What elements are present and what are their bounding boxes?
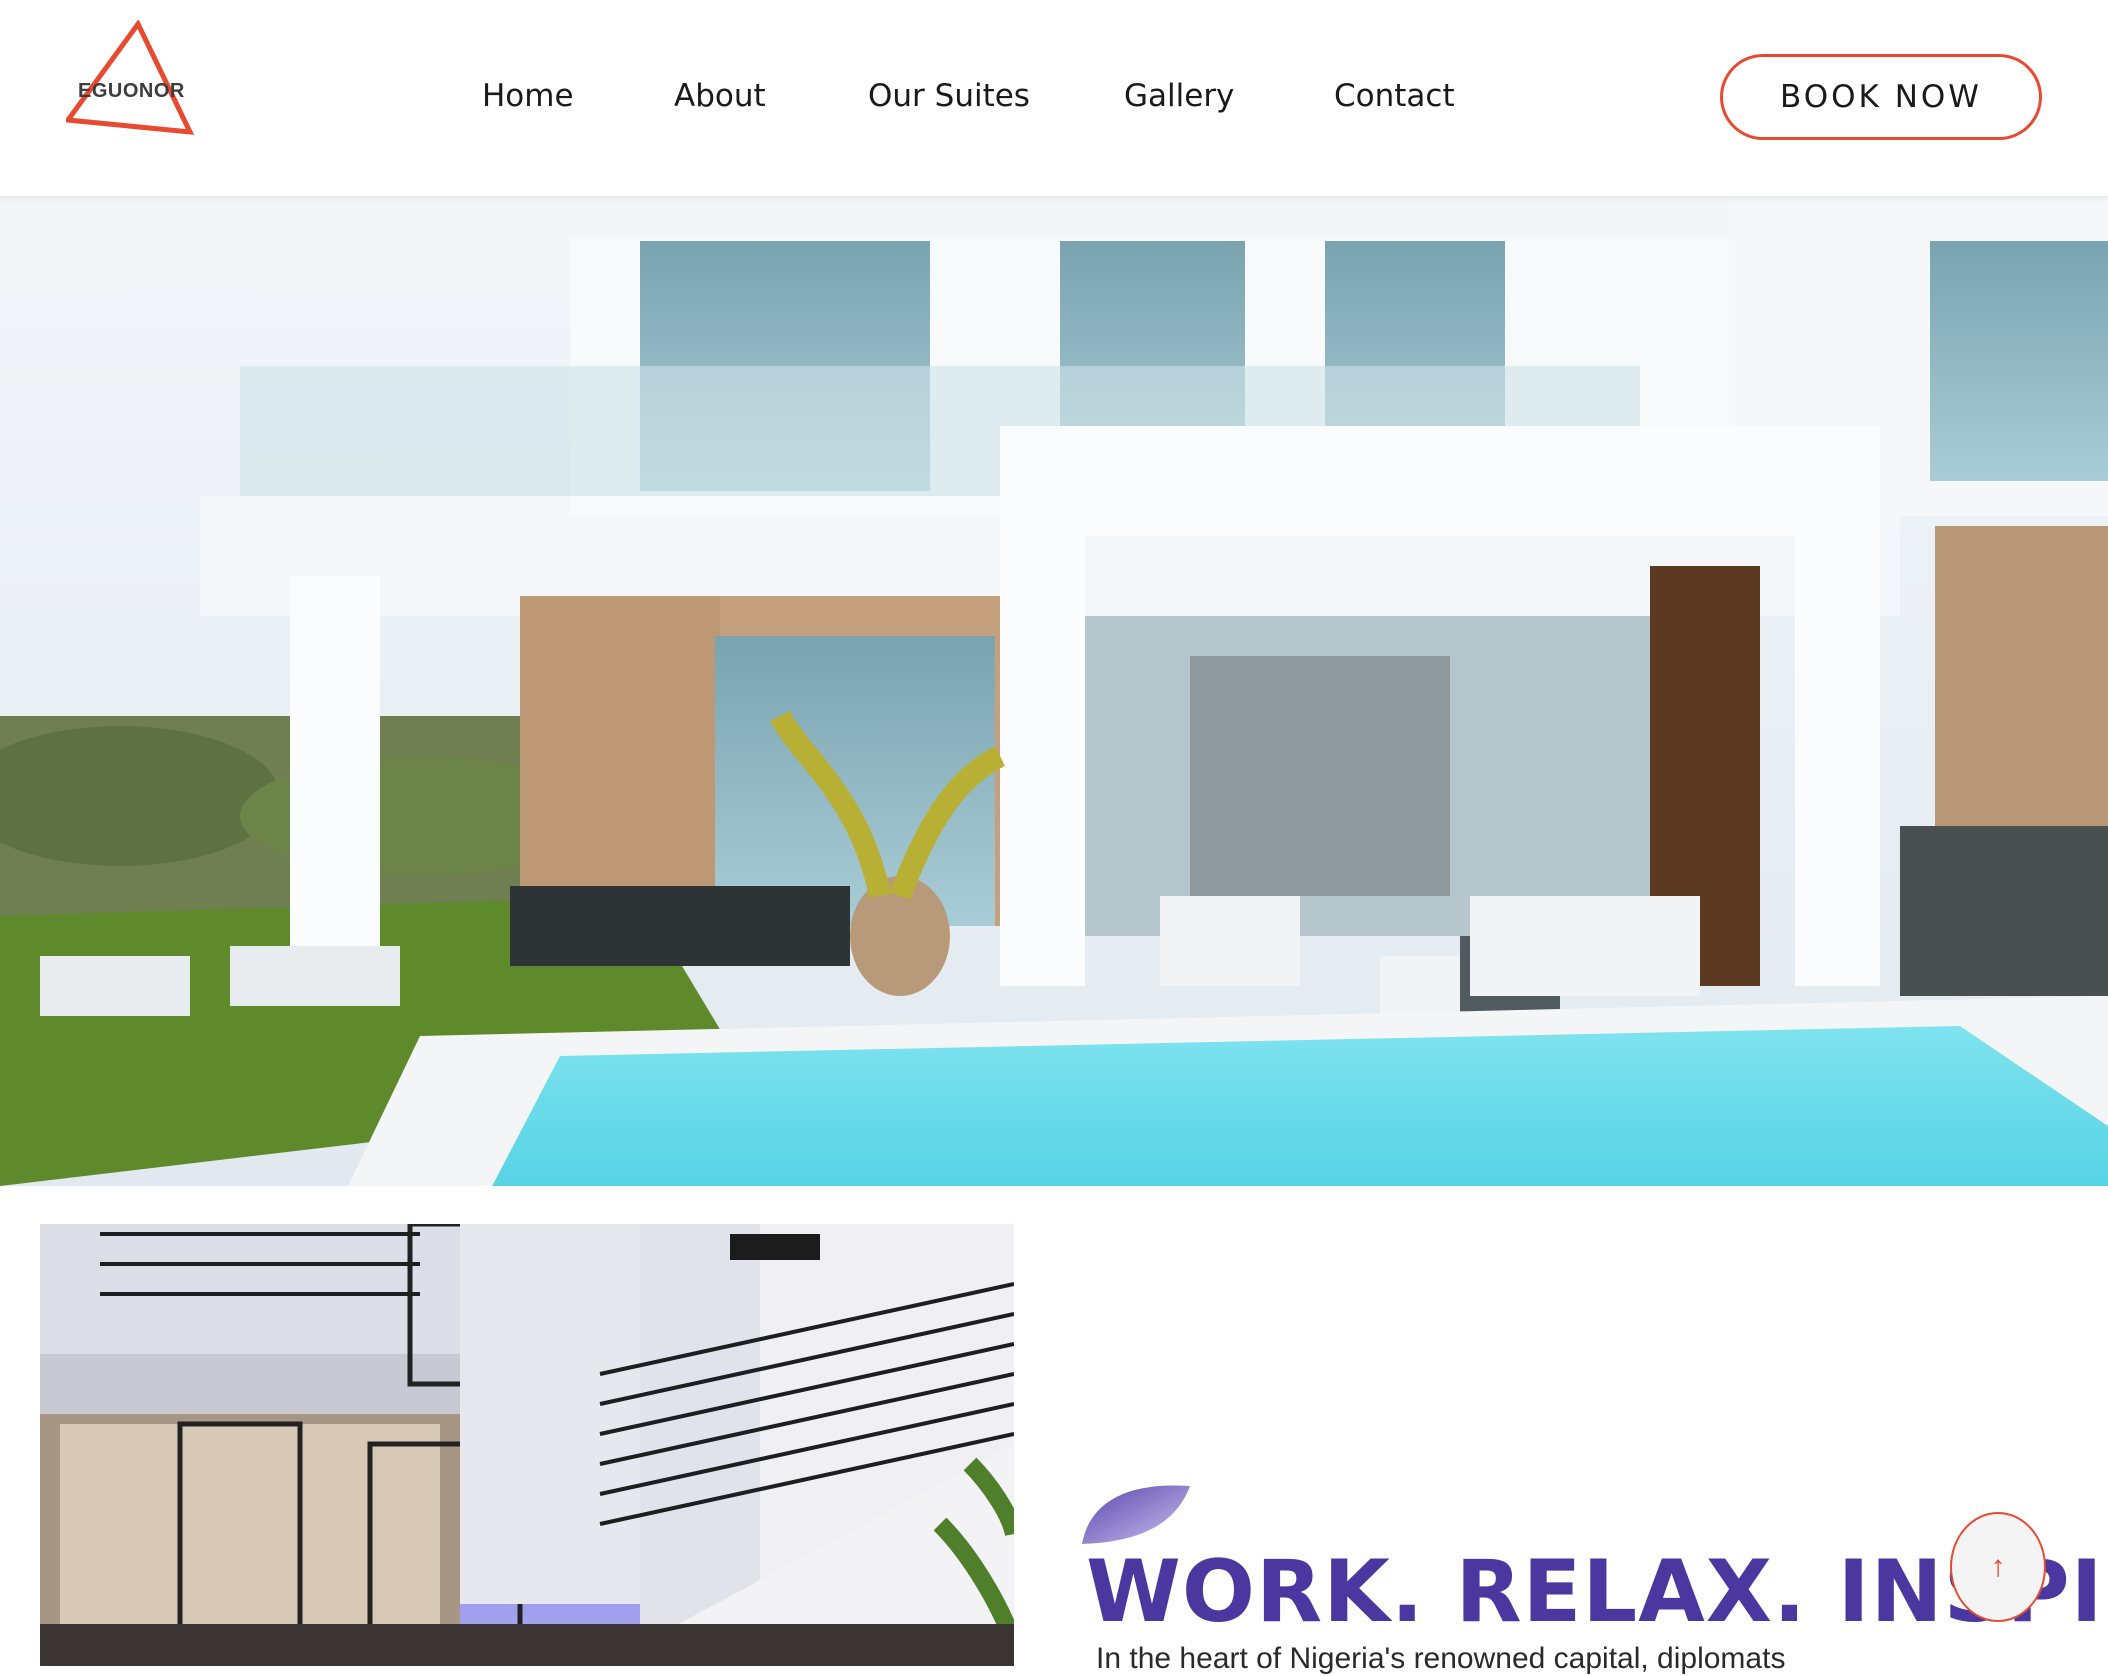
nav-home[interactable]: Home <box>482 78 574 114</box>
nav-gallery[interactable]: Gallery <box>1124 78 1234 114</box>
hero-image <box>0 196 2108 1186</box>
nav-about[interactable]: About <box>674 78 766 114</box>
logo[interactable]: EGUONOR <box>66 20 198 138</box>
leaf-accent-icon <box>1082 1485 1190 1544</box>
villa-illustration <box>0 196 2108 1186</box>
logo-text: EGUONOR <box>78 80 185 102</box>
triangle-logo-icon <box>66 20 195 135</box>
book-now-button[interactable]: BOOK NOW <box>1720 54 2042 140</box>
nav-our-suites[interactable]: Our Suites <box>868 78 1030 114</box>
courtyard-image <box>40 1224 1014 1666</box>
site-header: EGUONOR Home About Our Suites Gallery Co… <box>0 0 2108 196</box>
scroll-to-top-button[interactable]: ↑ <box>1950 1512 2046 1622</box>
intro-text: In the heart of Nigeria's renowned capit… <box>1096 1642 1786 1675</box>
nav-contact[interactable]: Contact <box>1334 78 1455 114</box>
courtyard-illustration <box>40 1224 1014 1666</box>
arrow-up-icon: ↑ <box>1990 1550 2006 1583</box>
